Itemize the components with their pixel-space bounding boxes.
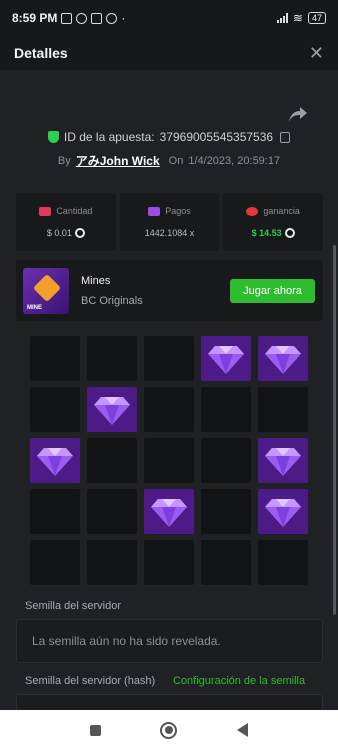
stat-amount: Cantidad $ 0.01 [16,193,116,251]
board-tile [201,438,251,483]
play-icon [91,12,103,24]
bet-date: 1/4/2023, 20:59:17 [188,154,281,167]
diamond-icon [37,448,73,476]
bet-id-value: 37969005545357536 [159,130,274,144]
board-tile [30,489,80,534]
share-icon[interactable] [288,106,308,124]
status-bar-right: ≋ 47 [276,11,326,25]
board-tile-gem [30,438,80,483]
mines-logo-icon [32,273,62,302]
game-provider: BC Originals [81,294,143,307]
status-bar: 8:59 PM · ≋ 47 [0,0,338,36]
stat-profit-value: $ 14.53 [251,228,282,238]
coin-icon [74,228,85,238]
board-tile [87,336,137,381]
battery-icon: 47 [307,12,326,24]
bet-stats: Cantidad $ 0.01 Pagos 1442.1084 x gananc… [16,193,324,251]
page-title: Detalles [14,45,68,61]
play-now-button[interactable]: Jugar ahora [230,278,315,303]
board-tile [144,336,194,381]
tiktok-icon [106,12,118,24]
stat-amount-label: Cantidad [56,206,93,216]
server-hash-label: Semilla del servidor (hash) [25,675,156,687]
stat-profit-label: ganancia [263,206,300,216]
bet-id-row: ID de la apuesta: 37969005545357536 [0,130,338,144]
board-tile [30,540,80,585]
board-tile [87,438,137,483]
server-seed-label: Semilla del servidor [25,600,121,612]
board-tile-gem [258,489,308,534]
game-name: Mines [81,274,111,287]
board-tile-gem [144,489,194,534]
diamond-icon [265,499,301,527]
android-nav-bar [0,710,338,750]
board-tile [201,489,251,534]
details-header: Detalles ✕ [0,36,338,70]
bet-author-row: By アみJohn Wick On 1/4/2023, 20:59:17 [0,152,338,169]
board-tile [144,387,194,432]
status-time: 8:59 PM [12,11,58,25]
payout-icon [148,206,161,216]
game-info: Mines BC Originals [81,275,143,307]
stat-payout-label: Pagos [165,206,191,216]
board-tile [30,336,80,381]
stat-payout: Pagos 1442.1084 x [119,193,220,251]
profit-icon [246,206,259,216]
bet-id-label: ID de la apuesta: [63,130,155,144]
diamond-icon [265,346,301,374]
coin-icon [284,228,295,238]
on-label: On [168,154,184,167]
board-tile [144,438,194,483]
board-tile [258,540,308,585]
board-tile-gem [258,336,308,381]
board-tile [201,387,251,432]
board-tile-gem [258,438,308,483]
seed-config-link[interactable]: Configuración de la semilla [173,675,305,687]
dot-icon: · [121,11,126,25]
board-tile [30,387,80,432]
server-seed-field[interactable]: La semilla aún no ha sido revelada. [16,619,323,663]
amount-icon [39,206,52,216]
wifi-icon: ≋ [292,11,303,25]
server-seed-value: La semilla aún no ha sido revelada. [32,634,221,648]
scrollbar[interactable] [333,245,336,615]
game-thumbnail[interactable]: MINE [23,267,69,314]
board-tile [144,540,194,585]
by-label: By [57,154,71,167]
back-button[interactable] [237,723,249,737]
home-button[interactable] [160,721,178,739]
stat-amount-value: $ 0.01 [46,228,72,238]
board-tile-gem [87,387,137,432]
board-tile [258,387,308,432]
diamond-icon [208,346,244,374]
board-tile [201,540,251,585]
diamond-icon [151,499,187,527]
board-tile [87,540,137,585]
diamond-icon [265,448,301,476]
whatsapp-icon [76,12,88,24]
game-card: MINE Mines BC Originals Jugar ahora [16,260,323,321]
signal-icon [276,13,288,23]
thumb-label: MINE [27,304,42,311]
notification-icon [61,12,73,24]
stat-payout-value: 1442.1084 x [144,228,195,238]
user-link[interactable]: アみJohn Wick [76,152,160,169]
board-tile-gem [201,336,251,381]
recents-button[interactable] [89,724,101,736]
status-bar-left: 8:59 PM · [12,11,125,25]
mines-board [30,336,308,585]
stat-profit: ganancia $ 14.53 [223,193,324,251]
copy-icon[interactable] [280,131,291,143]
close-icon[interactable]: ✕ [309,43,324,64]
verified-shield-icon [47,131,59,143]
board-tile [87,489,137,534]
diamond-icon [94,397,130,425]
